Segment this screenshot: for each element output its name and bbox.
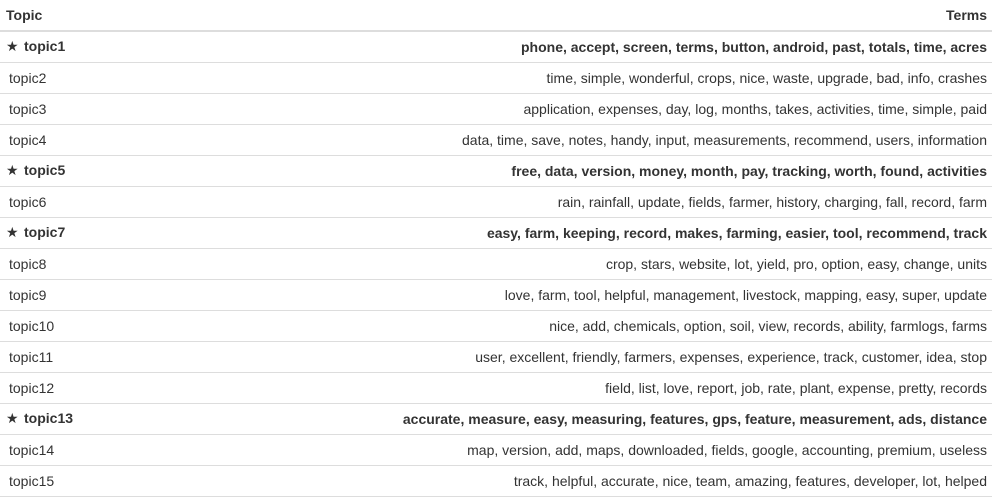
topic-label: topic9 bbox=[9, 286, 47, 303]
table-row: topic2 time, simple, wonderful, crops, ni… bbox=[0, 62, 992, 94]
topic-cell: ★ topic7 bbox=[0, 217, 300, 249]
topic-label: topic11 bbox=[9, 348, 54, 365]
topic-label: topic7 bbox=[24, 224, 66, 240]
topic-column-header: Topic bbox=[0, 0, 300, 32]
table-row: ★ topic13 accurate, measure, easy, measuri… bbox=[0, 403, 992, 435]
topic-label: topic8 bbox=[9, 255, 47, 272]
topic-cell: topic4 bbox=[0, 124, 300, 156]
topic-label: topic4 bbox=[9, 131, 47, 148]
topic-cell: topic2 bbox=[0, 62, 300, 94]
topic-cell: topic15 bbox=[0, 465, 300, 497]
star-icon: ★ bbox=[6, 224, 19, 240]
topic-cell: ★ topic13 bbox=[0, 403, 300, 435]
terms-cell: time, simple, wonderful, crops, nice, wa… bbox=[300, 62, 992, 94]
topic-cell: topic6 bbox=[0, 186, 300, 218]
star-icon: ★ bbox=[6, 162, 19, 178]
terms-cell: free, data, version, money, month, pay, … bbox=[300, 155, 992, 187]
table-row: topic15 track, helpful, accurate, nice, t… bbox=[0, 465, 992, 497]
topic-label: topic10 bbox=[9, 317, 55, 334]
terms-cell: data, time, save, notes, handy, input, m… bbox=[300, 124, 992, 156]
table-row: topic9 love, farm, tool, helpful, managem… bbox=[0, 279, 992, 311]
topic-label: topic5 bbox=[24, 162, 66, 178]
table-row: ★ topic5 free, data, version, money, month… bbox=[0, 155, 992, 187]
topic-label: topic3 bbox=[9, 100, 47, 117]
topics-table: Topic Terms ★ topic1 phone, accept, screen… bbox=[0, 0, 992, 497]
terms-cell: accurate, measure, easy, measuring, feat… bbox=[300, 403, 992, 435]
table-row: topic11 user, excellent, friendly, farmer… bbox=[0, 341, 992, 373]
topic-cell: topic12 bbox=[0, 372, 300, 404]
topic-cell: topic11 bbox=[0, 341, 300, 373]
topic-label: topic6 bbox=[9, 193, 47, 210]
terms-cell: crop, stars, website, lot, yield, pro, o… bbox=[300, 248, 992, 280]
terms-cell: user, excellent, friendly, farmers, expe… bbox=[300, 341, 992, 373]
topic-label: topic13 bbox=[24, 410, 74, 426]
star-icon: ★ bbox=[6, 38, 19, 55]
terms-cell: field, list, love, report, job, rate, pl… bbox=[300, 372, 992, 404]
topic-label: topic14 bbox=[9, 441, 55, 458]
topic-label: topic2 bbox=[9, 69, 47, 86]
topic-label: topic12 bbox=[9, 379, 55, 396]
topic-label: topic1 bbox=[24, 38, 66, 55]
topic-cell: topic9 bbox=[0, 279, 300, 311]
topic-cell: ★ topic1 bbox=[0, 31, 300, 63]
star-icon: ★ bbox=[6, 410, 19, 426]
table-row: ★ topic1 phone, accept, screen, terms, but… bbox=[0, 31, 992, 63]
table-row: topic14 map, version, add, maps, download… bbox=[0, 434, 992, 466]
table-row: topic8 crop, stars, website, lot, yield, … bbox=[0, 248, 992, 280]
topic-cell: topic8 bbox=[0, 248, 300, 280]
terms-cell: rain, rainfall, update, fields, farmer, … bbox=[300, 186, 992, 218]
table-header-row: Topic Terms bbox=[0, 0, 992, 32]
terms-cell: application, expenses, day, log, months,… bbox=[300, 93, 992, 125]
table-row: topic12 field, list, love, report, job, r… bbox=[0, 372, 992, 404]
table-row: topic6 rain, rainfall, update, fields, fa… bbox=[0, 186, 992, 218]
terms-cell: easy, farm, keeping, record, makes, farm… bbox=[300, 217, 992, 249]
topic-label: topic15 bbox=[9, 472, 55, 489]
table-row: topic4 data, time, save, notes, handy, in… bbox=[0, 124, 992, 156]
terms-cell: map, version, add, maps, downloaded, fie… bbox=[300, 434, 992, 466]
terms-cell: phone, accept, screen, terms, button, an… bbox=[300, 31, 992, 63]
topic-cell: topic14 bbox=[0, 434, 300, 466]
terms-column-header: Terms bbox=[300, 0, 992, 32]
terms-cell: love, farm, tool, helpful, management, l… bbox=[300, 279, 992, 311]
table-row: topic3 application, expenses, day, log, m… bbox=[0, 93, 992, 125]
topic-cell: ★ topic5 bbox=[0, 155, 300, 187]
table-body: ★ topic1 phone, accept, screen, terms, but… bbox=[0, 31, 992, 497]
terms-cell: track, helpful, accurate, nice, team, am… bbox=[300, 465, 992, 497]
terms-cell: nice, add, chemicals, option, soil, view… bbox=[300, 310, 992, 342]
topic-cell: topic10 bbox=[0, 310, 300, 342]
table-row: ★ topic7 easy, farm, keeping, record, make… bbox=[0, 217, 992, 249]
topic-cell: topic3 bbox=[0, 93, 300, 125]
table-row: topic10 nice, add, chemicals, option, soi… bbox=[0, 310, 992, 342]
